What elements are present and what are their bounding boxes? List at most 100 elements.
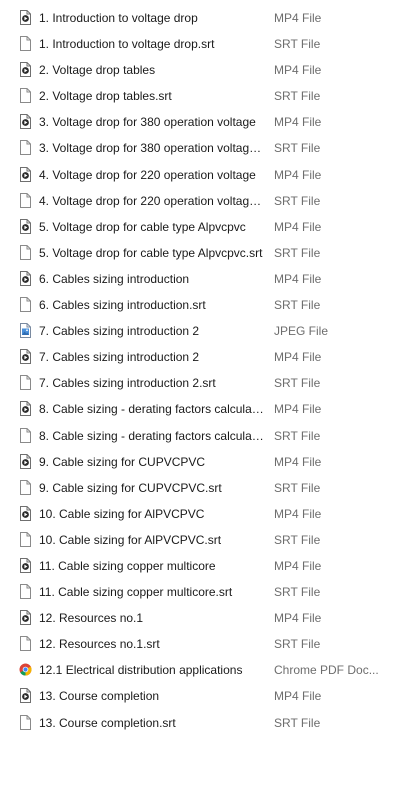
document-file-icon bbox=[20, 479, 31, 495]
file-name[interactable]: 2. Voltage drop tables bbox=[39, 62, 264, 78]
file-name[interactable]: 3. Voltage drop for 380 operation voltag… bbox=[39, 140, 264, 156]
file-name[interactable]: 7. Cables sizing introduction 2 bbox=[39, 349, 264, 365]
file-row[interactable]: 8. Cable sizing - derating factors calcu… bbox=[0, 423, 400, 449]
file-type: MP4 File bbox=[274, 689, 322, 704]
video-file-icon bbox=[20, 453, 31, 469]
file-name[interactable]: 1. Introduction to voltage drop bbox=[39, 10, 264, 26]
video-file-icon bbox=[20, 688, 31, 704]
video-file-icon bbox=[20, 505, 31, 521]
file-row[interactable]: 10. Cable sizing for AlPVCPVC MP4 File bbox=[0, 501, 400, 527]
file-type: SRT File bbox=[274, 637, 321, 652]
file-name[interactable]: 8. Cable sizing - derating factors calcu… bbox=[39, 428, 264, 444]
file-row[interactable]: 7. Cables sizing introduction 2 MP4 File bbox=[0, 344, 400, 370]
video-file-icon bbox=[20, 610, 31, 626]
video-file-icon bbox=[20, 10, 31, 25]
video-file-icon bbox=[20, 557, 31, 573]
file-name[interactable]: 6. Cables sizing introduction.srt bbox=[39, 297, 264, 313]
video-file-icon bbox=[20, 401, 31, 417]
file-name[interactable]: 13. Course completion.srt bbox=[39, 715, 264, 731]
file-row[interactable]: 4. Voltage drop for 220 operation voltag… bbox=[0, 162, 400, 188]
file-name[interactable]: 11. Cable sizing copper multicore.srt bbox=[39, 584, 264, 600]
file-row[interactable]: 1. Introduction to voltage drop MP4 File bbox=[0, 5, 400, 31]
file-row[interactable]: 13. Course completion.srt SRT File bbox=[0, 710, 400, 736]
file-row[interactable]: 12. Resources no.1 MP4 File bbox=[0, 605, 400, 631]
document-file-icon bbox=[20, 297, 31, 313]
file-type: SRT File bbox=[274, 585, 321, 600]
file-name[interactable]: 9. Cable sizing for CUPVCPVC.srt bbox=[39, 480, 264, 496]
file-name[interactable]: 1. Introduction to voltage drop.srt bbox=[39, 36, 264, 52]
file-name[interactable]: 7. Cables sizing introduction 2 bbox=[39, 323, 264, 339]
file-type: SRT File bbox=[274, 193, 321, 208]
file-list: 1. Introduction to voltage drop MP4 File 1… bbox=[0, 5, 400, 736]
image-file-icon bbox=[20, 323, 31, 339]
file-type: MP4 File bbox=[274, 11, 322, 25]
video-file-icon bbox=[20, 218, 31, 234]
file-name[interactable]: 6. Cables sizing introduction bbox=[39, 271, 264, 287]
file-row[interactable]: 7. Cables sizing introduction 2 JPEG File bbox=[0, 318, 400, 344]
file-type: MP4 File bbox=[274, 115, 322, 130]
document-file-icon bbox=[20, 88, 31, 104]
video-file-icon bbox=[20, 166, 31, 182]
file-type: SRT File bbox=[274, 298, 321, 313]
document-file-icon bbox=[20, 584, 31, 600]
file-type: Chrome PDF Doc... bbox=[274, 663, 379, 678]
file-type: MP4 File bbox=[274, 454, 322, 469]
video-file-icon bbox=[20, 114, 31, 130]
file-row[interactable]: 11. Cable sizing copper multicore.srt SRT… bbox=[0, 579, 400, 605]
file-name[interactable]: 4. Voltage drop for 220 operation voltag… bbox=[39, 167, 264, 183]
file-name[interactable]: 10. Cable sizing for AlPVCPVC bbox=[39, 506, 264, 522]
file-name[interactable]: 10. Cable sizing for AlPVCPVC.srt bbox=[39, 532, 264, 548]
file-row[interactable]: 6. Cables sizing introduction MP4 File bbox=[0, 266, 400, 292]
file-type: MP4 File bbox=[274, 402, 322, 417]
document-file-icon bbox=[20, 375, 31, 391]
file-row[interactable]: 1. Introduction to voltage drop.srt SRT F… bbox=[0, 31, 400, 57]
document-file-icon bbox=[20, 714, 31, 730]
document-file-icon bbox=[20, 636, 31, 652]
file-type: SRT File bbox=[274, 715, 321, 730]
file-row[interactable]: 3. Voltage drop for 380 operation voltag… bbox=[0, 135, 400, 161]
file-row[interactable]: 8. Cable sizing - derating factors calcu… bbox=[0, 396, 400, 422]
file-row[interactable]: 4. Voltage drop for 220 operation voltag… bbox=[0, 188, 400, 214]
file-row[interactable]: 9. Cable sizing for CUPVCPVC.srt SRT File bbox=[0, 475, 400, 501]
file-type: MP4 File bbox=[274, 506, 322, 521]
file-row[interactable]: 12.1 Electrical distribution application… bbox=[0, 657, 400, 683]
file-row[interactable]: 11. Cable sizing copper multicore MP4 Fil… bbox=[0, 553, 400, 579]
file-row[interactable]: 2. Voltage drop tables.srt SRT File bbox=[0, 83, 400, 109]
file-name[interactable]: 3. Voltage drop for 380 operation voltag… bbox=[39, 114, 264, 130]
file-name[interactable]: 12. Resources no.1.srt bbox=[39, 636, 264, 652]
file-name[interactable]: 2. Voltage drop tables.srt bbox=[39, 88, 264, 104]
document-file-icon bbox=[20, 531, 31, 547]
file-name[interactable]: 4. Voltage drop for 220 operation voltag… bbox=[39, 193, 264, 209]
document-file-icon bbox=[20, 244, 31, 260]
file-row[interactable]: 10. Cable sizing for AlPVCPVC.srt SRT Fil… bbox=[0, 527, 400, 553]
file-row[interactable]: 7. Cables sizing introduction 2.srt SRT F… bbox=[0, 370, 400, 396]
file-name[interactable]: 12.1 Electrical distribution application… bbox=[39, 662, 264, 678]
file-row[interactable]: 12. Resources no.1.srt SRT File bbox=[0, 631, 400, 657]
file-name[interactable]: 12. Resources no.1 bbox=[39, 610, 264, 626]
file-type: SRT File bbox=[274, 245, 321, 260]
file-name[interactable]: 11. Cable sizing copper multicore bbox=[39, 558, 264, 574]
file-type: MP4 File bbox=[274, 611, 322, 626]
file-row[interactable]: 5. Voltage drop for cable type Alpvcpvc M… bbox=[0, 214, 400, 240]
file-name[interactable]: 13. Course completion bbox=[39, 688, 264, 704]
file-row[interactable]: 13. Course completion MP4 File bbox=[0, 683, 400, 709]
file-name[interactable]: 5. Voltage drop for cable type Alpvcpvc.… bbox=[39, 245, 264, 261]
file-type: MP4 File bbox=[274, 271, 322, 286]
file-row[interactable]: 5. Voltage drop for cable type Alpvcpvc.… bbox=[0, 240, 400, 266]
file-type: MP4 File bbox=[274, 350, 322, 365]
file-row[interactable]: 9. Cable sizing for CUPVCPVC MP4 File bbox=[0, 449, 400, 475]
file-type: MP4 File bbox=[274, 63, 322, 78]
file-type: SRT File bbox=[274, 428, 321, 443]
document-file-icon bbox=[20, 36, 31, 52]
file-row[interactable]: 6. Cables sizing introduction.srt SRT Fil… bbox=[0, 292, 400, 318]
file-name[interactable]: 5. Voltage drop for cable type Alpvcpvc bbox=[39, 219, 264, 235]
file-row[interactable]: 2. Voltage drop tables MP4 File bbox=[0, 57, 400, 83]
file-row[interactable]: 3. Voltage drop for 380 operation voltag… bbox=[0, 109, 400, 135]
file-type: MP4 File bbox=[274, 558, 322, 573]
file-type: MP4 File bbox=[274, 167, 322, 182]
file-name[interactable]: 9. Cable sizing for CUPVCPVC bbox=[39, 454, 264, 470]
video-file-icon bbox=[20, 62, 31, 78]
file-name[interactable]: 8. Cable sizing - derating factors calcu… bbox=[39, 401, 264, 417]
file-type: JPEG File bbox=[274, 324, 329, 339]
file-name[interactable]: 7. Cables sizing introduction 2.srt bbox=[39, 375, 264, 391]
